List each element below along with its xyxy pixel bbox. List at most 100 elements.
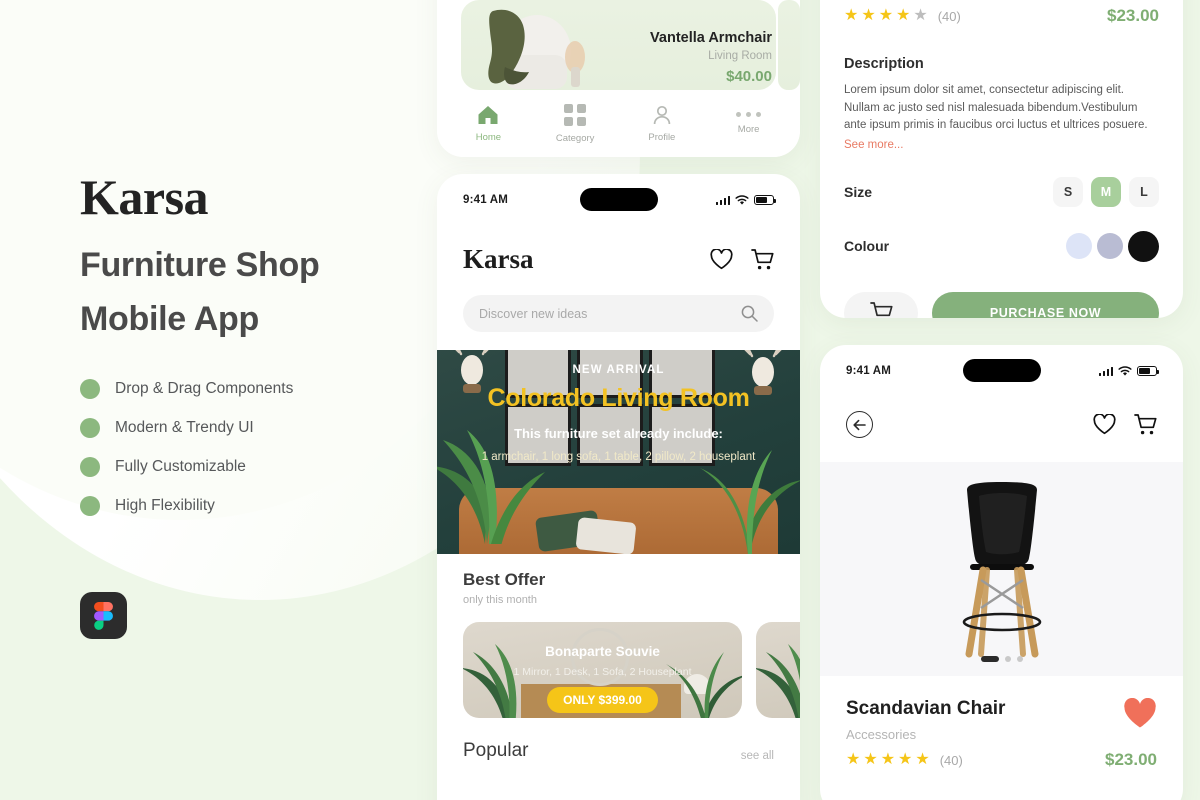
heart-icon[interactable] [710, 249, 733, 270]
description-body: Lorem ipsum dolor sit amet, consectetur … [844, 84, 1148, 131]
nav-item-profile[interactable]: Profile [630, 105, 694, 143]
purchase-now-button[interactable]: PURCHASE NOW [932, 291, 1159, 318]
nav-label: Category [555, 132, 595, 144]
size-selector-row: Size S M L [844, 176, 1159, 207]
see-all-link[interactable]: see all [741, 750, 774, 762]
offer-carousel[interactable]: Bonaparte Souvie 1 Mirror, 1 Desk, 1 Sof… [437, 606, 800, 718]
page-dot[interactable] [1016, 656, 1023, 662]
offer-card[interactable]: Bonaparte Souvie 1 Mirror, 1 Desk, 1 Sof… [463, 622, 742, 718]
rating-stars: ★ ★ ★ ★ ★ (40) [846, 752, 963, 768]
promo-banner[interactable]: NEW ARRIVAL Colorado Living Room This fu… [437, 350, 800, 554]
search-input[interactable]: Discover new ideas [463, 295, 774, 332]
banner-eyebrow: NEW ARRIVAL [572, 364, 665, 376]
size-options: S M L [1053, 176, 1159, 207]
back-button[interactable] [846, 411, 873, 438]
offer-card-peek[interactable] [756, 622, 800, 718]
ellipsis-icon [736, 112, 762, 117]
star-icon: ★ [861, 7, 876, 24]
product-category: Living Room [708, 50, 772, 62]
header-actions [710, 248, 774, 271]
product-rating-row: ★ ★ ★ ★ ★ (40) $23.00 [820, 742, 1183, 770]
product-price: $40.00 [726, 68, 772, 85]
dynamic-island [962, 359, 1041, 382]
app-header: Karsa [437, 226, 800, 275]
colour-swatch-black[interactable] [1128, 230, 1159, 262]
popular-header: Popular see all [437, 718, 800, 762]
banner-title: Colorado Living Room [487, 384, 750, 412]
star-icon: ★ [878, 7, 894, 24]
product-price: $23.00 [1107, 6, 1159, 25]
phone-screen-product-detail: ★ ★ ★ ★ ★ (40) $23.00 Description Lorem … [820, 0, 1183, 318]
section-subtitle: only this month [463, 594, 537, 606]
cart-icon[interactable] [1134, 413, 1157, 436]
description-heading: Description [844, 56, 924, 72]
colour-swatch-light-blue[interactable] [1066, 233, 1092, 259]
bullet-icon [80, 378, 100, 399]
status-bar: 9:41 AM [437, 174, 800, 226]
middle-phone-column: Vantella Armchair Living Room $40.00 Hom… [437, 0, 800, 800]
banner-text: NEW ARRIVAL Colorado Living Room This fu… [437, 364, 800, 463]
product-title-block: Scandavian Chair Accessories [846, 698, 1005, 742]
star-icon: ★ [915, 751, 930, 768]
dynamic-island [579, 188, 658, 211]
page-dot-active[interactable] [980, 656, 999, 662]
banner-items: 1 armchair, 1 long sofa, 1 table, 2 pill… [481, 451, 756, 463]
nav-label: More [737, 124, 760, 135]
phone-screen-product: 9:41 AM Scandavian Chair Accessories ★ ★… [820, 345, 1183, 800]
gallery-pagination[interactable] [980, 656, 1023, 662]
star-icon: ★ [844, 7, 859, 24]
list-item: Fully Customizable [80, 447, 293, 486]
add-to-cart-button[interactable] [844, 291, 918, 318]
rating-count: (40) [939, 752, 963, 768]
featured-product-info: Vantella Armchair Living Room $40.00 [650, 30, 772, 85]
size-option-m[interactable]: M [1091, 176, 1121, 207]
rating-count: (40) [937, 8, 961, 24]
offer-price-badge: ONLY $399.00 [547, 687, 658, 713]
status-time: 9:41 AM [846, 365, 892, 377]
nav-item-category[interactable]: Category [543, 103, 607, 144]
search-icon [741, 305, 758, 322]
cart-icon [869, 301, 893, 316]
star-icon: ★ [913, 7, 928, 24]
right-phone-column: ★ ★ ★ ★ ★ (40) $23.00 Description Lorem … [820, 0, 1200, 800]
cart-icon[interactable] [751, 248, 774, 271]
bullet-icon [80, 417, 100, 438]
rating-stars: ★ ★ ★ ★ ★ (40) [844, 8, 961, 24]
home-icon [478, 105, 498, 124]
nav-item-more[interactable]: More [717, 112, 781, 135]
tagline-line-1: Furniture Shop [80, 246, 320, 284]
bullet-icon [80, 495, 100, 516]
page-dot[interactable] [1004, 656, 1011, 662]
figma-icon [94, 601, 113, 630]
heart-filled-icon[interactable] [1123, 698, 1157, 729]
star-icon: ★ [846, 751, 861, 768]
size-option-s[interactable]: S [1053, 176, 1083, 207]
product-info: Scandavian Chair Accessories [820, 676, 1183, 742]
cushion-decor [575, 517, 637, 554]
product-nav-header [820, 397, 1183, 462]
offer-items: 1 Mirror, 1 Desk, 1 Sofa, 2 Houseplant [513, 666, 692, 678]
chair-image [962, 482, 1041, 658]
nav-label: Profile [648, 131, 676, 143]
star-icon: ★ [880, 751, 896, 768]
figma-logo-badge [80, 592, 127, 639]
bullet-icon [80, 456, 100, 477]
size-option-l[interactable]: L [1129, 176, 1159, 207]
tagline-line-2: Mobile App [80, 300, 259, 338]
feature-label: Modern & Trendy UI [115, 418, 254, 436]
product-gallery[interactable] [820, 462, 1183, 676]
colour-swatch-grey[interactable] [1097, 233, 1123, 259]
nav-label: Home [475, 131, 502, 143]
phone-screen-home-nav: Vantella Armchair Living Room $40.00 Hom… [437, 0, 800, 157]
colour-options [1066, 230, 1159, 262]
size-label: Size [844, 183, 873, 200]
heart-icon[interactable] [1093, 414, 1116, 435]
product-header-actions [1093, 413, 1157, 436]
purchase-actions: PURCHASE NOW [844, 291, 1159, 318]
star-icon: ★ [898, 751, 913, 768]
phone-screen-home: 9:41 AM Karsa Discover new ideas NEW ARR… [437, 174, 800, 800]
feature-label: Fully Customizable [115, 457, 246, 475]
brand-title: Karsa [80, 169, 209, 225]
nav-item-home[interactable]: Home [456, 105, 520, 143]
see-more-link[interactable]: See more... [844, 139, 903, 151]
